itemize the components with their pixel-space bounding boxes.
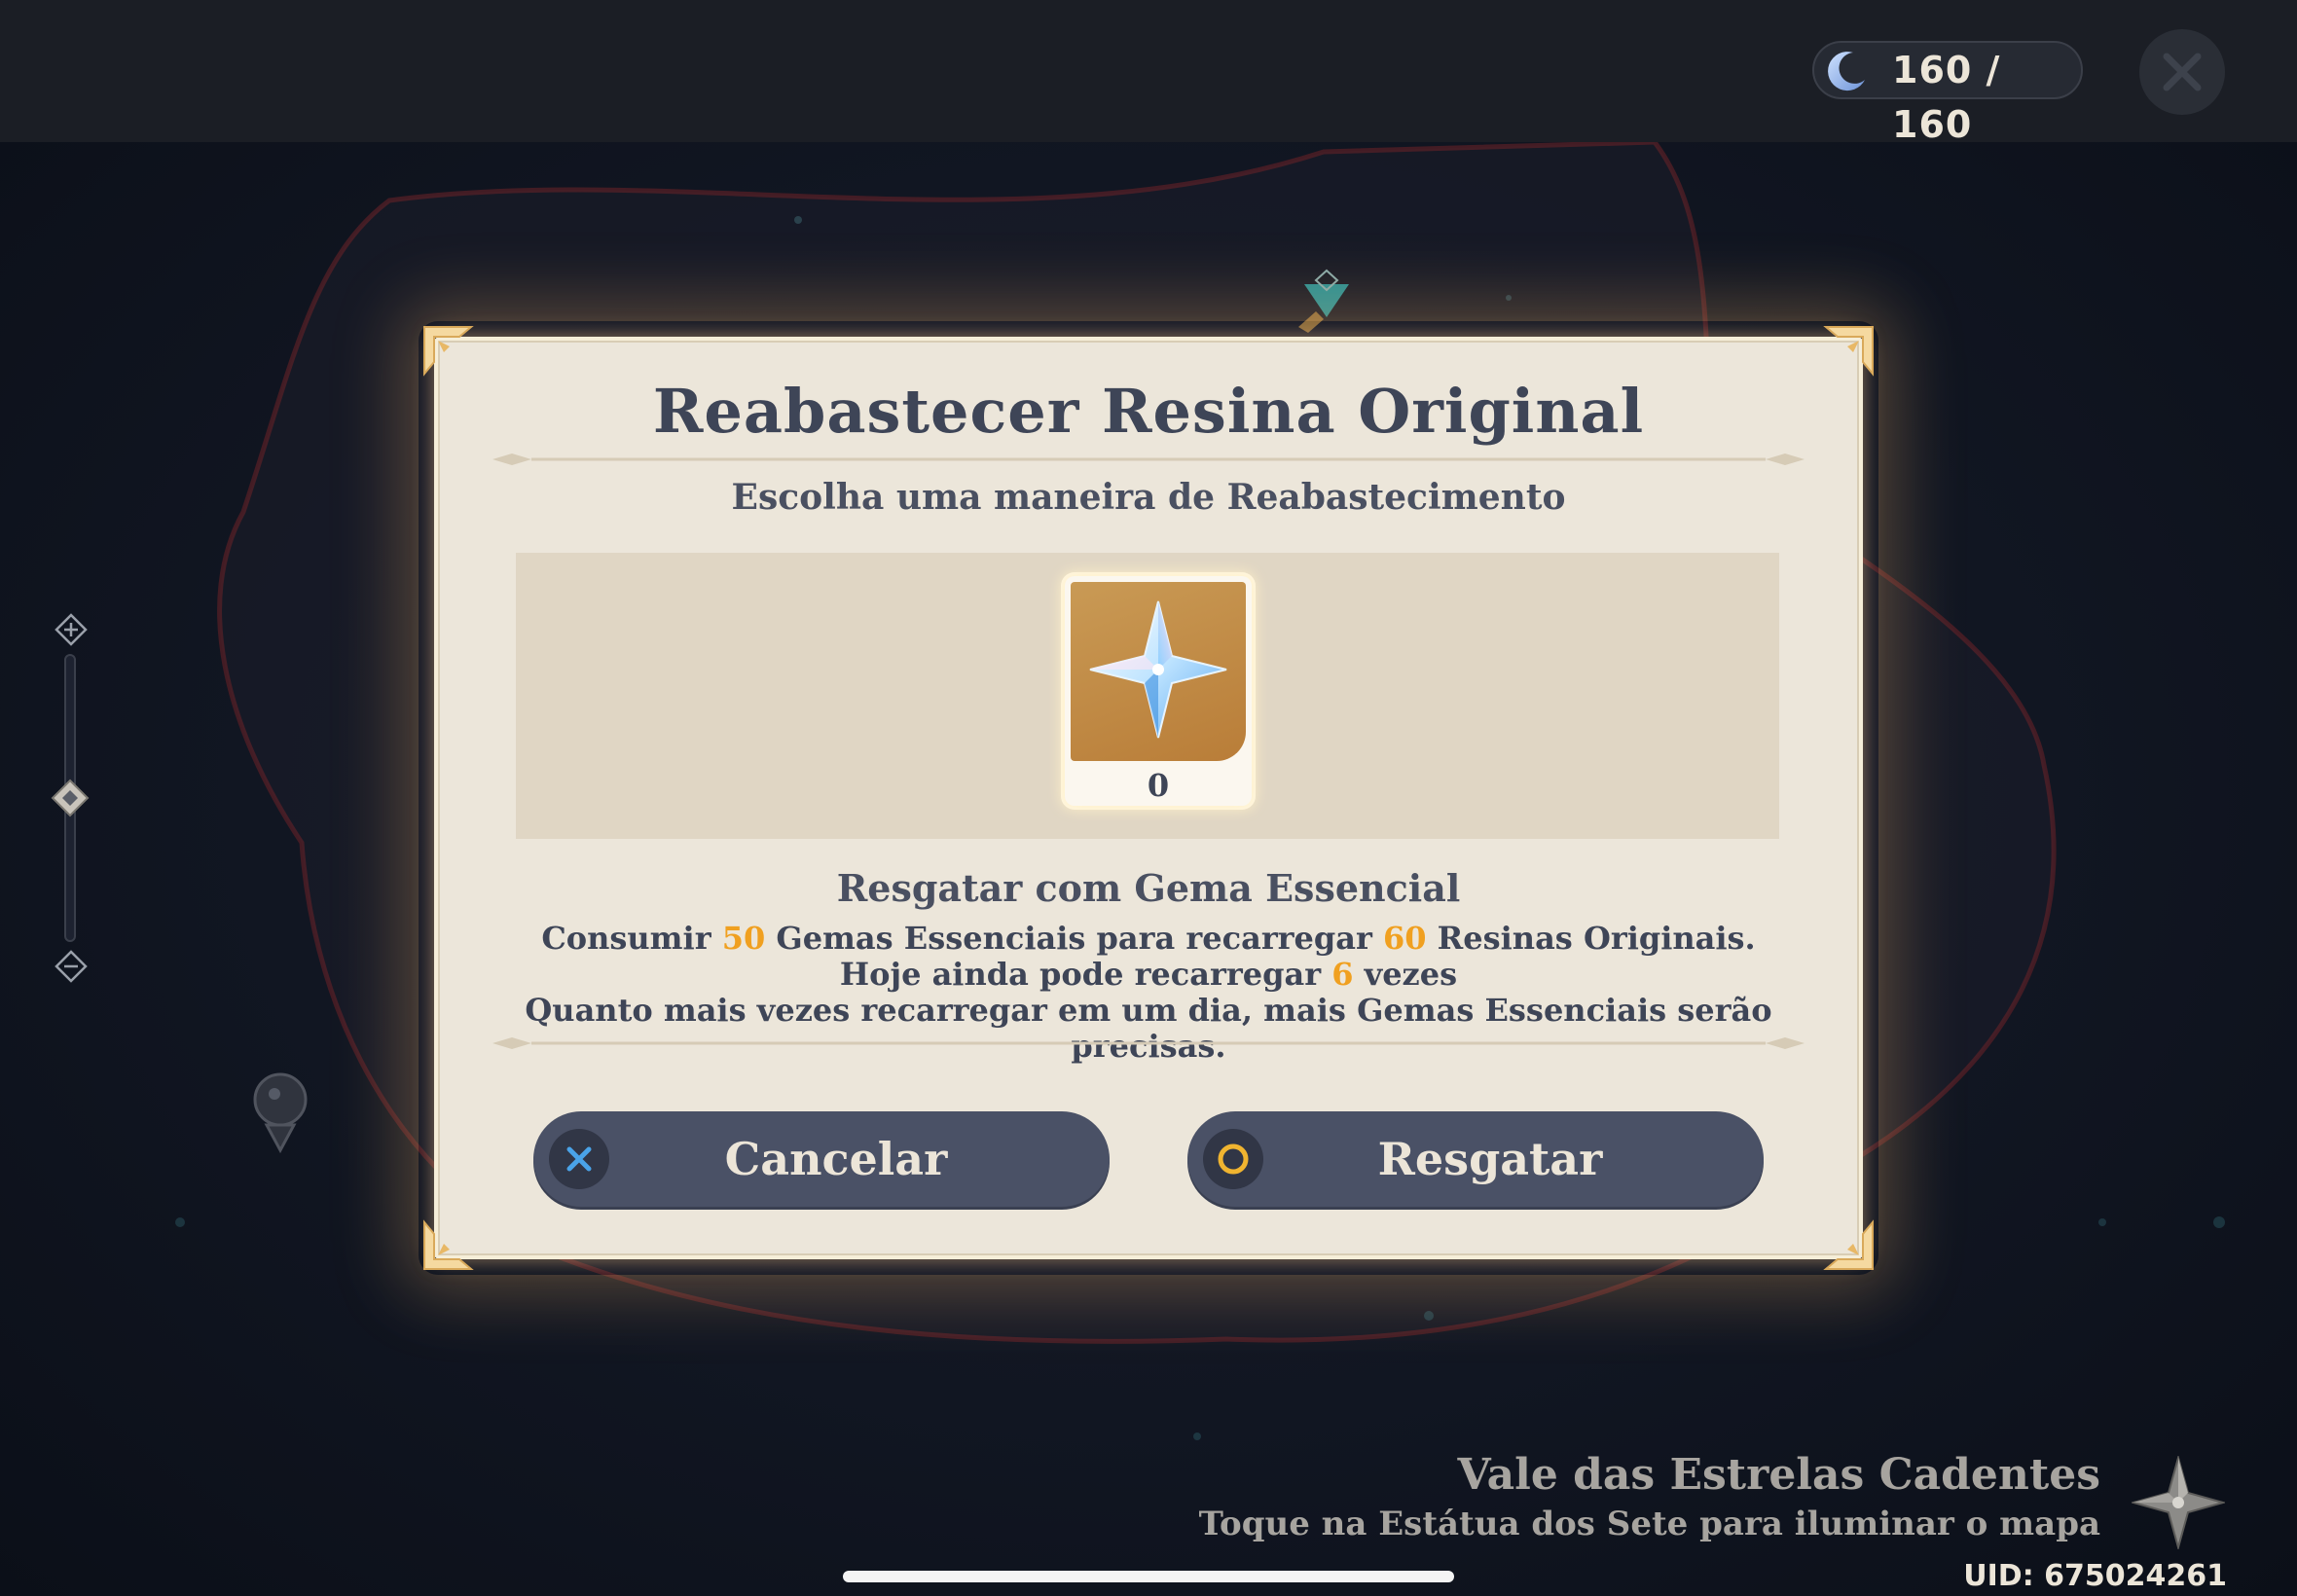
home-indicator[interactable]: [843, 1571, 1454, 1582]
uid-label: UID: 675024261: [1963, 1559, 2227, 1593]
item-panel: 0: [516, 553, 1779, 839]
description-line-1: Consumir 50 Gemas Essenciais para recarr…: [512, 921, 1785, 993]
resin-counter: 160 / 160: [1812, 41, 2083, 146]
ornamental-divider: [492, 1037, 1805, 1049]
crescent-moon-icon: [1828, 52, 1865, 91]
map-pin-icon[interactable]: [251, 1069, 310, 1156]
ornamental-divider: [492, 453, 1805, 465]
description-line-2: Quanto mais vezes recarregar em um dia, …: [525, 992, 1772, 1065]
dialog-title: Reabastecer Resina Original: [652, 376, 1645, 447]
gems-cost-value: 50: [721, 920, 766, 957]
redeem-button[interactable]: Resgatar: [1187, 1111, 1764, 1207]
resin-count-text: 160 / 160: [1892, 49, 2001, 146]
corner-ornament-icon: [423, 326, 474, 377]
zoom-in-icon[interactable]: [55, 613, 88, 646]
method-title: Resgatar com Gema Essencial: [836, 866, 1461, 910]
recharges-left-value: 6: [1331, 956, 1354, 993]
description-text: Gemas Essenciais para recarregar: [765, 920, 1383, 957]
description-text: vezes: [1353, 956, 1458, 993]
dialog-subtitle: Escolha uma maneira de Reabastecimento: [731, 477, 1566, 518]
primogem-icon: [1089, 600, 1227, 739]
close-button[interactable]: [2139, 29, 2225, 115]
corner-ornament-icon: [423, 1219, 474, 1270]
primogem-item-card[interactable]: 0: [1065, 576, 1252, 806]
resin-amount-value: 60: [1383, 920, 1427, 957]
cancel-label: Cancelar: [724, 1133, 948, 1185]
refill-resin-dialog: Reabastecer Resina Original Escolha uma …: [423, 326, 1874, 1270]
corner-ornament-icon: [1823, 326, 1874, 377]
description-text: Consumir: [541, 920, 722, 957]
redeem-label: Resgatar: [1377, 1133, 1603, 1185]
close-icon: [2163, 53, 2202, 91]
zoom-slider-thumb[interactable]: [51, 779, 90, 817]
item-tile: [1071, 582, 1246, 761]
corner-ornament-icon: [1823, 1219, 1874, 1270]
item-count: 0: [1147, 767, 1170, 804]
statue-of-seven-icon[interactable]: [2132, 1456, 2225, 1549]
region-hint: Toque na Estátua dos Sete para iluminar …: [1198, 1505, 2100, 1543]
zoom-out-icon[interactable]: [55, 950, 88, 983]
region-name: Vale das Estrelas Cadentes: [1457, 1450, 2101, 1500]
cancel-button[interactable]: Cancelar: [533, 1111, 1110, 1207]
top-bar: 160 / 160: [0, 0, 2297, 146]
